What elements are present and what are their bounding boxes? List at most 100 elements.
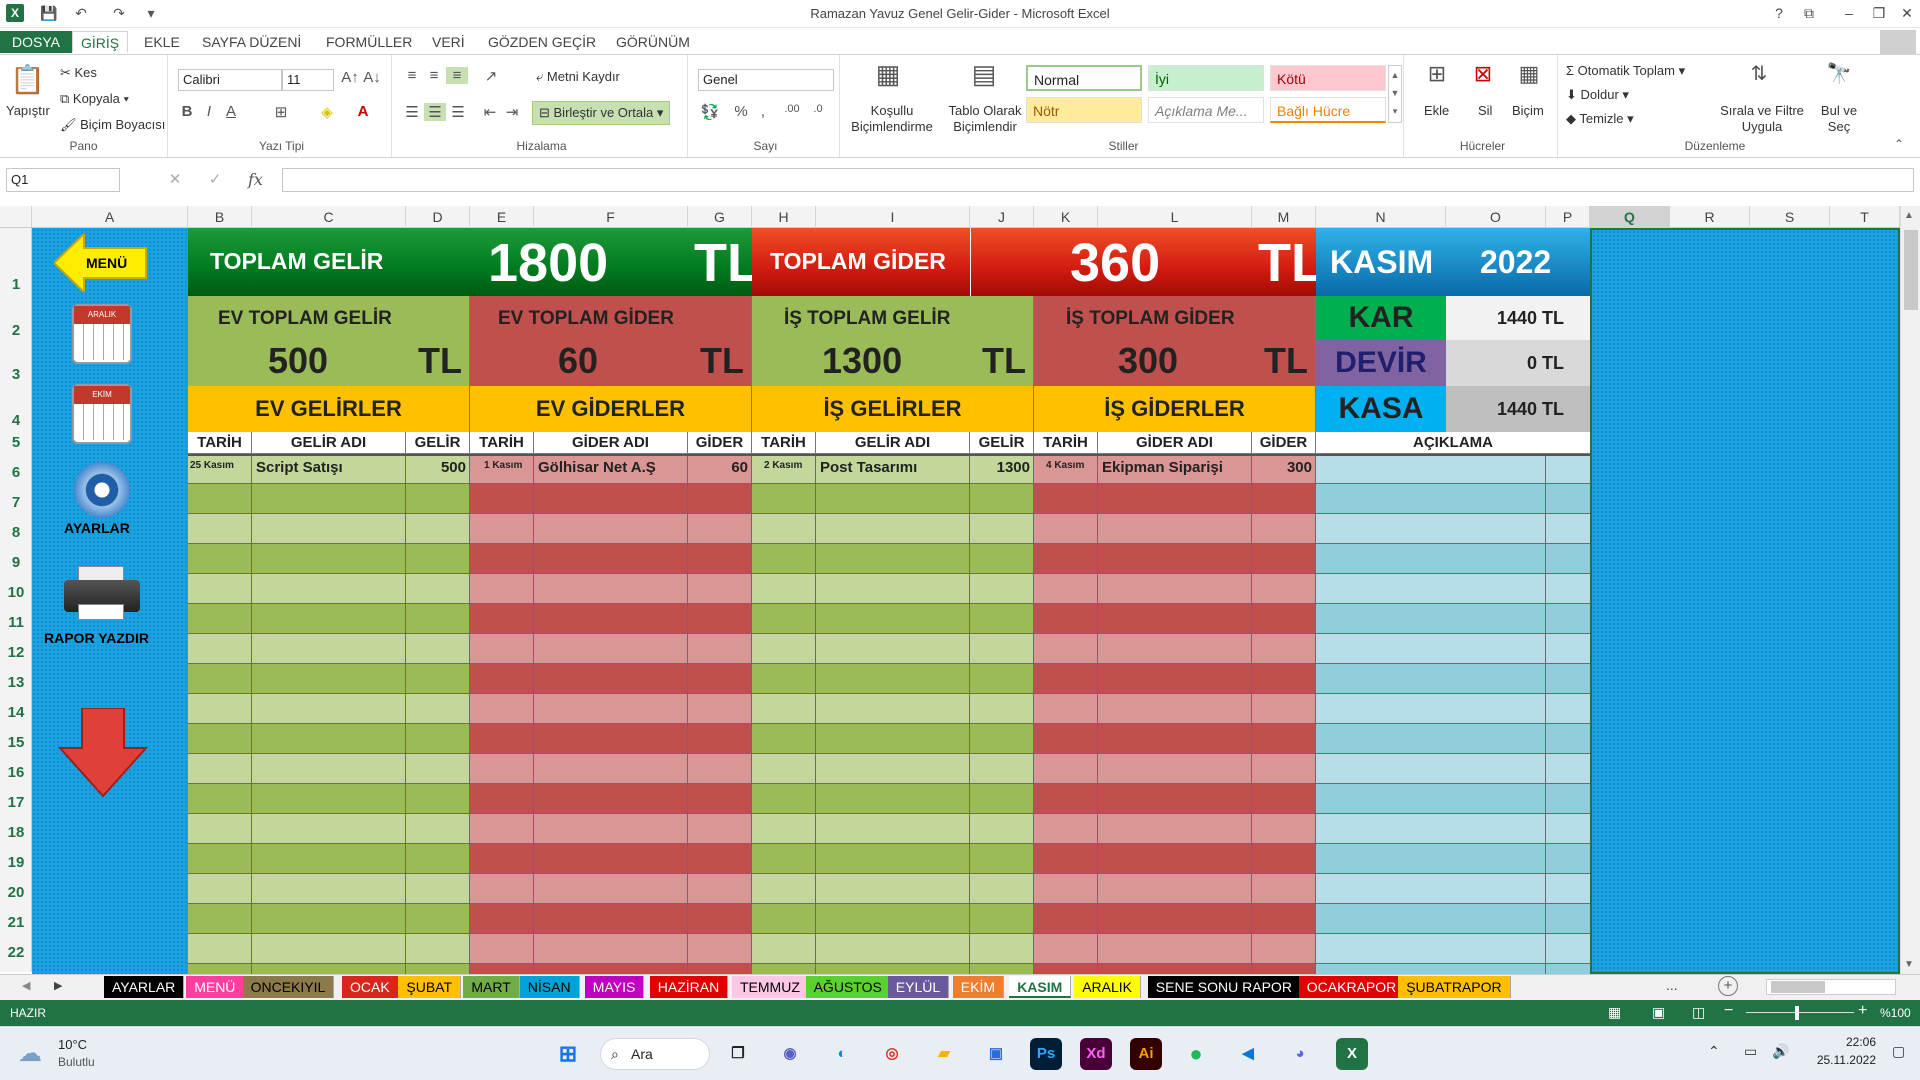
row-header[interactable]: 20 [0, 884, 32, 901]
cut-button[interactable]: ✂ Kes [60, 65, 97, 81]
formula-input[interactable] [282, 168, 1914, 192]
sheet-tab[interactable]: AĞUSTOS [805, 976, 891, 998]
column-header[interactable]: P [1546, 206, 1590, 228]
vscode-icon[interactable]: ◀ [1232, 1038, 1264, 1070]
calendar-ekim-icon[interactable]: EKİM [72, 384, 132, 444]
zoom-in-icon[interactable]: + [1858, 1002, 1867, 1020]
calendar-aralik-icon[interactable]: ARALIK [72, 304, 132, 364]
tab-view[interactable]: GÖRÜNÜM [608, 31, 698, 53]
row-header[interactable]: 16 [0, 764, 32, 781]
format-table-button[interactable]: Tablo Olarak Biçimlendir [942, 103, 1028, 135]
find-select-button[interactable]: Bul ve Seç [1814, 103, 1864, 135]
zoom-level[interactable]: %100 [1880, 1006, 1911, 1020]
merge-center-button[interactable]: ⊟ Birleştir ve Ortala ▾ [532, 101, 671, 125]
row-header[interactable]: 12 [0, 644, 32, 661]
tab-insert[interactable]: EKLE [136, 31, 188, 53]
work-expense-amount[interactable]: 300 [1252, 459, 1312, 476]
column-header[interactable]: S [1750, 206, 1830, 228]
sort-filter-icon[interactable]: ⇅ [1744, 61, 1774, 86]
column-header[interactable]: G [688, 206, 752, 228]
tray-chevron-icon[interactable]: ⌃ [1708, 1043, 1720, 1060]
collapse-ribbon-icon[interactable]: ⌃ [1894, 137, 1904, 151]
scroll-thumb[interactable] [1904, 230, 1918, 310]
paste-icon[interactable]: 📋 [10, 63, 45, 96]
delete-cells-icon[interactable]: ⊠ [1468, 61, 1498, 87]
prev-sheet-icon[interactable]: ◀ [22, 979, 30, 992]
conditional-format-icon[interactable]: ▦ [870, 59, 906, 90]
close-button[interactable]: ✕ [1894, 2, 1920, 24]
decrease-decimal-icon[interactable]: .0 [806, 103, 830, 115]
sort-filter-button[interactable]: Sırala ve Filtre Uygula [1712, 103, 1812, 135]
style-good[interactable]: İyi [1148, 65, 1264, 91]
cancel-formula-icon[interactable]: ✕ [166, 170, 184, 188]
zoom-slider[interactable] [1746, 1012, 1854, 1013]
row-header[interactable]: 6 [0, 464, 32, 481]
style-linked-cell[interactable]: Bağlı Hücre [1270, 97, 1386, 123]
home-expense-date[interactable]: 1 Kasım [484, 460, 522, 471]
user-avatar[interactable] [1880, 30, 1916, 54]
orientation-icon[interactable]: ↗ [480, 67, 502, 85]
row-header[interactable]: 14 [0, 704, 32, 721]
adobe-xd-icon[interactable]: Xd [1080, 1038, 1112, 1070]
minimize-button[interactable]: – [1836, 2, 1862, 24]
zoom-slider-thumb[interactable] [1795, 1006, 1799, 1020]
chrome-icon[interactable]: ◎ [876, 1038, 908, 1070]
print-report-label[interactable]: RAPOR YAZDIR [44, 630, 149, 646]
sheet-tab[interactable]: AYARLAR [104, 976, 185, 998]
home-income-name[interactable]: Script Satışı [256, 459, 343, 476]
home-income-date[interactable]: 25 Kasım [190, 460, 234, 471]
sheet-tab[interactable]: HAZİRAN [649, 976, 729, 998]
grow-font-icon[interactable]: A↑ [340, 69, 360, 86]
row-header[interactable]: 9 [0, 554, 32, 571]
row-header[interactable]: 10 [0, 584, 32, 601]
settings-gear-icon[interactable] [74, 462, 130, 518]
horizontal-scrollbar[interactable] [1766, 979, 1896, 995]
edge-icon[interactable]: ◐ [826, 1038, 858, 1070]
sheet-tab[interactable]: OCAKRAPOR [1298, 976, 1406, 998]
spotify-icon[interactable]: ● [1180, 1038, 1212, 1070]
sheet-tab[interactable]: SENE SONU RAPOR [1147, 976, 1301, 998]
sheet-tab[interactable]: TEMMUZ [732, 976, 809, 998]
column-header[interactable]: I [816, 206, 970, 228]
add-sheet-icon[interactable]: + [1718, 976, 1738, 996]
column-header[interactable]: O [1446, 206, 1546, 228]
row-header[interactable]: 13 [0, 674, 32, 691]
font-color-icon[interactable]: A [352, 103, 374, 120]
row-header[interactable]: 19 [0, 854, 32, 871]
work-income-name[interactable]: Post Tasarımı [820, 459, 917, 476]
tab-formulas[interactable]: FORMÜLLER [318, 31, 420, 53]
align-right-icon[interactable]: ☰ [448, 103, 468, 121]
style-neutral[interactable]: Nötr [1026, 97, 1142, 123]
task-view-icon[interactable]: ❐ [722, 1038, 754, 1070]
format-cells-icon[interactable]: ▦ [1514, 61, 1544, 87]
tab-home[interactable]: GİRİŞ [72, 31, 129, 53]
bold-icon[interactable]: B [178, 103, 196, 120]
shrink-font-icon[interactable]: A↓ [362, 69, 382, 86]
style-explanatory[interactable]: Açıklama Me... [1148, 97, 1264, 123]
sheet-tab[interactable]: KASIM [1009, 976, 1072, 998]
column-header[interactable]: T [1830, 206, 1900, 228]
row-header[interactable]: 7 [0, 494, 32, 511]
sheet-tab[interactable]: ŞUBATRAPOR [1398, 976, 1511, 998]
page-break-icon[interactable]: ◫ [1692, 1004, 1705, 1021]
work-expense-date[interactable]: 4 Kasım [1046, 460, 1084, 471]
sheet-tab[interactable]: NİSAN [519, 976, 580, 998]
home-expense-amount[interactable]: 60 [688, 459, 748, 476]
zoom-out-icon[interactable]: − [1724, 1002, 1733, 1020]
home-expense-name[interactable]: Gölhisar Net A.Ş [538, 459, 656, 476]
clock-time[interactable]: 22:06 [1826, 1035, 1876, 1049]
format-table-icon[interactable]: ▤ [966, 59, 1002, 90]
column-header[interactable]: N [1316, 206, 1446, 228]
row-header[interactable]: 15 [0, 734, 32, 751]
column-header[interactable]: F [534, 206, 688, 228]
border-icon[interactable]: ⊞ [270, 103, 292, 121]
italic-icon[interactable]: I [200, 103, 218, 120]
next-sheet-icon[interactable]: ▶ [54, 979, 62, 992]
photoshop-icon[interactable]: Ps [1030, 1038, 1062, 1070]
row-header[interactable]: 5 [0, 434, 32, 451]
sheet-tab[interactable]: EKİM [952, 976, 1005, 998]
underline-icon[interactable]: A [222, 103, 240, 120]
help-button[interactable]: ? [1766, 2, 1792, 24]
column-header-selected[interactable]: Q [1590, 206, 1670, 228]
row-header[interactable]: 11 [0, 614, 32, 631]
